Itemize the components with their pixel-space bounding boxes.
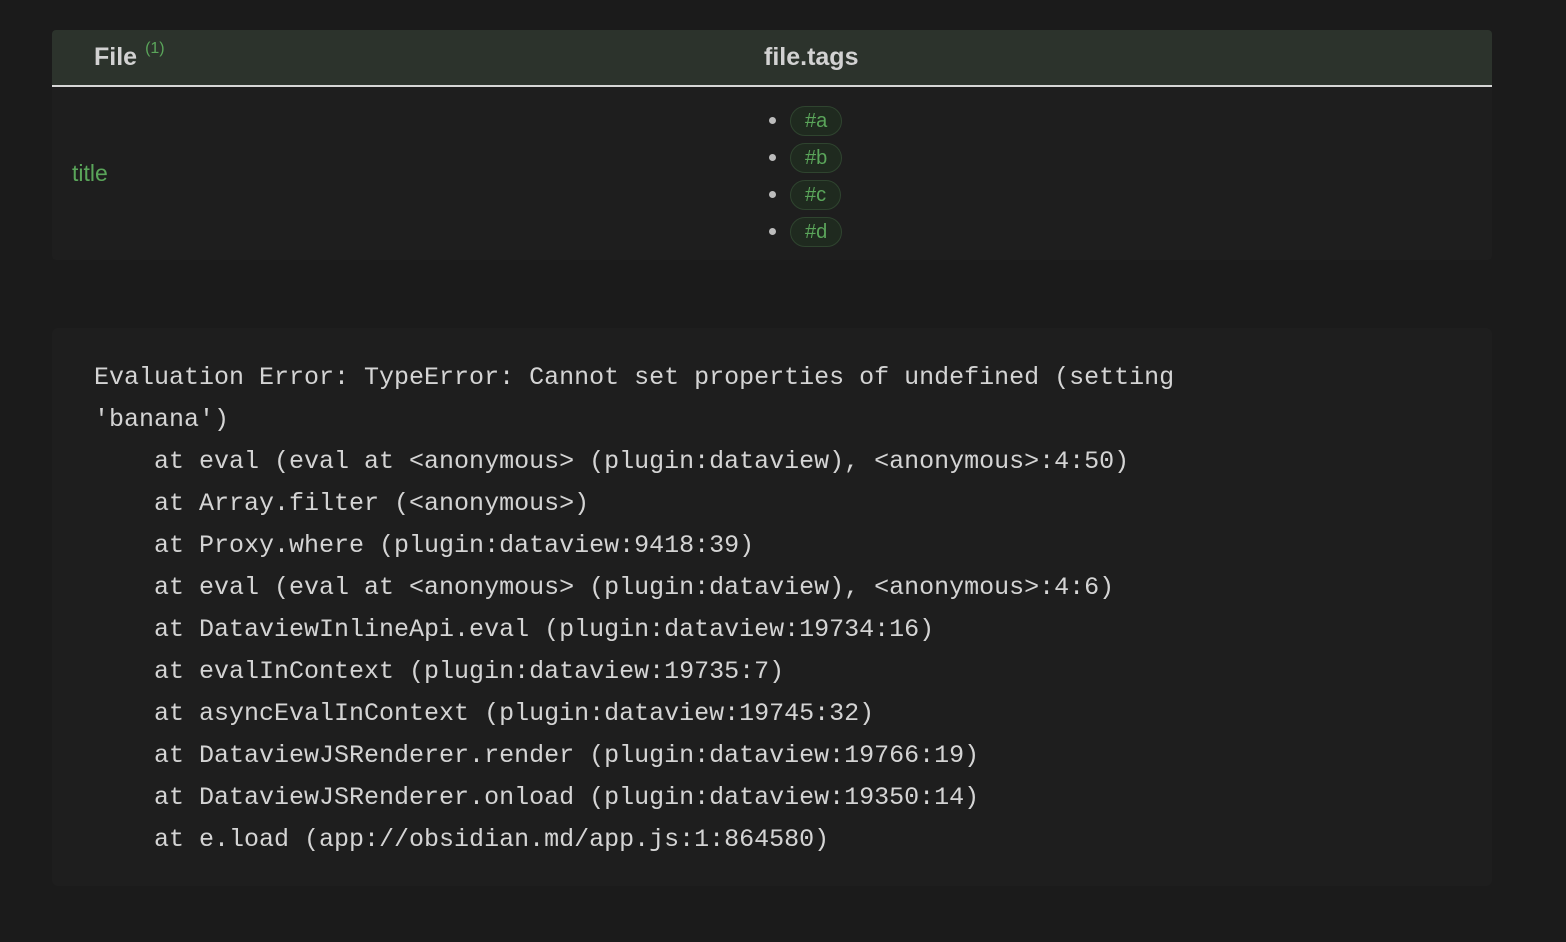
bullet-icon bbox=[769, 191, 776, 198]
stack-frame: at DataviewInlineApi.eval (plugin:datavi… bbox=[94, 615, 935, 644]
file-link[interactable]: title bbox=[72, 87, 108, 260]
stack-frame: at Array.filter (<anonymous>) bbox=[94, 489, 590, 518]
stack-frame: at eval (eval at <anonymous> (plugin:dat… bbox=[94, 447, 1130, 476]
dataview-table: File (1) file.tags title #a #b #c #d bbox=[52, 30, 1492, 260]
error-message: Evaluation Error: TypeError: Cannot set … bbox=[94, 357, 1174, 861]
bullet-icon bbox=[769, 154, 776, 161]
tag-list: #a #b #c #d bbox=[764, 102, 843, 250]
stack-frame: at evalInContext (plugin:dataview:19735:… bbox=[94, 657, 785, 686]
tag-link[interactable]: #b bbox=[790, 142, 843, 173]
error-line: 'banana') bbox=[94, 405, 230, 434]
error-block: Evaluation Error: TypeError: Cannot set … bbox=[52, 328, 1492, 886]
column-header-file-tags[interactable]: file.tags bbox=[764, 30, 858, 85]
column-header-file-label: File bbox=[94, 43, 138, 71]
stack-frame: at e.load (app://obsidian.md/app.js:1:86… bbox=[94, 825, 830, 854]
bullet-icon bbox=[769, 117, 776, 124]
table-row: title #a #b #c #d bbox=[52, 87, 1492, 260]
error-line: Evaluation Error: TypeError: Cannot set … bbox=[94, 363, 1175, 392]
list-item: #b bbox=[764, 139, 843, 176]
stack-frame: at asyncEvalInContext (plugin:dataview:1… bbox=[94, 699, 875, 728]
stack-frame: at eval (eval at <anonymous> (plugin:dat… bbox=[94, 573, 1115, 602]
tag-link[interactable]: #c bbox=[790, 179, 842, 210]
tag-link[interactable]: #d bbox=[790, 216, 843, 247]
list-item: #d bbox=[764, 213, 843, 250]
stack-frame: at DataviewJSRenderer.render (plugin:dat… bbox=[94, 741, 980, 770]
list-item: #c bbox=[764, 176, 842, 213]
list-item: #a bbox=[764, 102, 843, 139]
table-header: File (1) file.tags bbox=[52, 30, 1492, 87]
bullet-icon bbox=[769, 228, 776, 235]
stack-frame: at DataviewJSRenderer.onload (plugin:dat… bbox=[94, 783, 980, 812]
note-preview-pane: File (1) file.tags title #a #b #c #d Eva… bbox=[0, 0, 1566, 942]
tag-link[interactable]: #a bbox=[790, 105, 843, 136]
stack-frame: at Proxy.where (plugin:dataview:9418:39) bbox=[94, 531, 755, 560]
result-count: (1) bbox=[145, 40, 165, 57]
column-header-file[interactable]: File (1) bbox=[94, 30, 165, 85]
